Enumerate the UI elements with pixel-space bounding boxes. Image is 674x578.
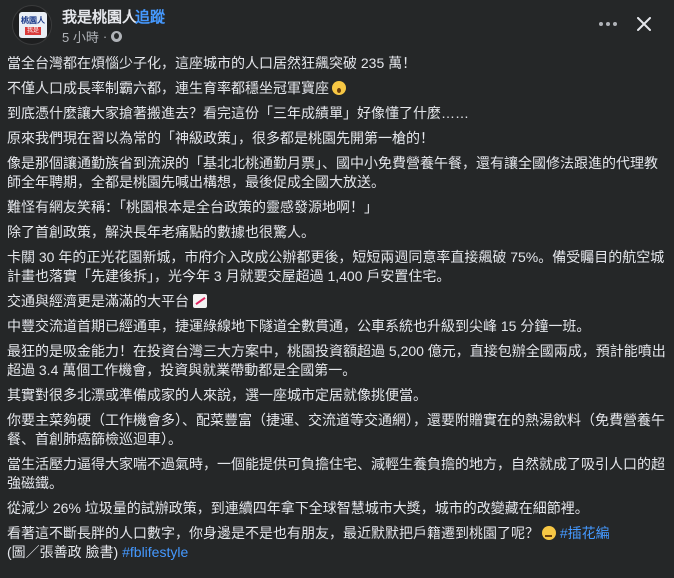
post-body: 當全台灣都在煩惱少子化，這座城市的人口居然狂飆突破 235 萬！ 不僅人口成長率… (7, 54, 667, 562)
post-paragraph: 從減少 26% 垃圾量的試辦政策，到連續四年拿下全球智慧城市大獎，城市的改變藏在… (7, 500, 589, 516)
name-separator: · (125, 6, 130, 23)
post-paragraph: 你要主菜夠硬（工作機會多）、配菜豐富（捷運、交流道等交通網），還要附贈實在的熱湯… (7, 412, 665, 447)
post-paragraph: 卡關 30 年的正光花園新城，市府介入改成公辦都更後，短短兩週同意率直接飆破 7… (7, 249, 665, 284)
close-icon (637, 17, 651, 31)
post-paragraph: 中豐交流道首期已經通車，捷運綠線地下隧道全數貫通，公車系統也升級到尖峰 15 分… (7, 318, 591, 334)
globe-icon (111, 31, 123, 42)
post-paragraph: 當全台灣都在煩惱少子化，這座城市的人口居然狂飆突破 235 萬！ (7, 55, 417, 71)
more-options-button[interactable] (592, 10, 624, 38)
post-paragraph: 交通與經濟更是滿滿的大平台 (7, 292, 667, 311)
post-header: 桃園人 我是 我是桃園人 · 追蹤 5 小時 · (0, 0, 674, 50)
avatar-text-top: 桃園人 (21, 15, 45, 25)
close-button[interactable] (630, 10, 658, 38)
more-dot (613, 22, 617, 26)
photo-credit: (圖／張善政 臉書) (7, 544, 119, 560)
post-text: 交通與經濟更是滿滿的大平台 (7, 293, 189, 309)
post-paragraph: 其實對很多北漂或準備成家的人來說，選一座城市定居就像挑便當。 (7, 387, 427, 403)
post-paragraph: 到底憑什麼讓大家搶著搬進去？看完這份「三年成績單」好像懂了什麼…… (7, 105, 469, 121)
avatar-text-bottom: 我是 (24, 26, 41, 35)
post-text: 看著這不斷長胖的人口數字，你身邊是不是也有朋友，最近默默把戶籍遷到桃園了呢？ (7, 525, 539, 541)
more-dot (606, 22, 610, 26)
post-paragraph: 原來我們現在習以為常的「神級政策」，很多都是桃園先開第一槍的！ (7, 130, 434, 146)
follow-button[interactable]: 追蹤 (135, 6, 165, 27)
page-avatar[interactable]: 桃園人 我是 (12, 5, 52, 45)
post-time-link[interactable]: 5 小時 (62, 27, 99, 46)
post-text: 不僅人口成長率制霸六都，連生育率都穩坐冠軍寶座 (7, 80, 329, 96)
astonished-face-icon (332, 81, 346, 95)
hashtag-link[interactable]: #插花編 (560, 525, 610, 541)
post-paragraph: 看著這不斷長胖的人口數字，你身邊是不是也有朋友，最近默默把戶籍遷到桃園了呢？ #… (7, 524, 667, 562)
avatar-logo: 桃園人 我是 (19, 12, 47, 38)
post-paragraph: 當生活壓力逼得大家喘不過氣時，一個能提供可負擔住宅、減輕生養負擔的地方，自然就成… (7, 456, 665, 491)
chart-increasing-icon (193, 294, 207, 308)
more-horizontal-icon (599, 22, 603, 26)
post-paragraph: 像是那個讓通勤族省到流淚的「基北北桃通勤月票」、國中小免費營養午餐，還有讓全國修… (7, 155, 658, 190)
meta-separator: · (102, 29, 108, 44)
post-paragraph: 難怪有網友笑稱：「桃園根本是全台政策的靈感發源地啊！」 (7, 199, 378, 215)
thinking-face-icon (542, 526, 556, 540)
hashtag-link[interactable]: #fblifestyle (122, 544, 188, 560)
post-meta: 5 小時 · (62, 27, 123, 46)
post-paragraph: 最狂的是吸金能力！在投資台灣三大方案中，桃園投資額超過 5,200 億元，直接包… (7, 343, 666, 378)
post-paragraph: 不僅人口成長率制霸六都，連生育率都穩坐冠軍寶座 (7, 79, 667, 98)
post-paragraph: 除了首創政策，解決長年老痛點的數據也很驚人。 (7, 224, 315, 240)
